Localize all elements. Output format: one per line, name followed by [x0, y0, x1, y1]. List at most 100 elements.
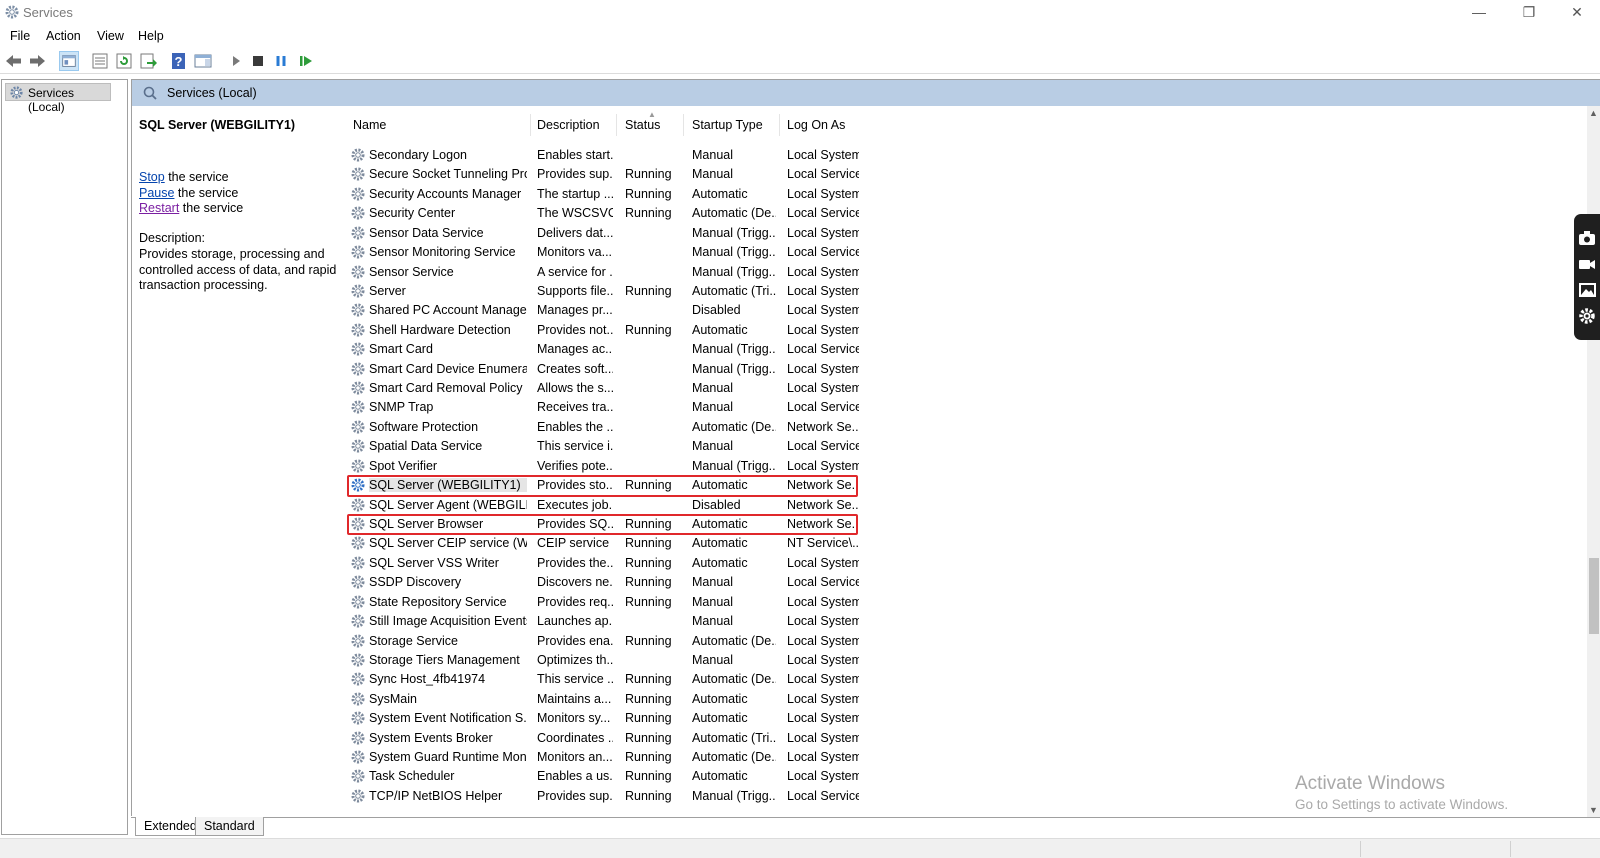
table-row[interactable]: TCP/IP NetBIOS Helper Provides sup... Runn…: [347, 787, 1067, 806]
menu-help[interactable]: Help: [138, 29, 164, 43]
table-row[interactable]: Task Scheduler Enables a us... Running Auto…: [347, 767, 1067, 786]
table-row[interactable]: Sync Host_4fb41974 This service ... Runnin…: [347, 670, 1067, 689]
stop-service-icon[interactable]: [248, 51, 268, 71]
table-row[interactable]: Secondary Logon Enables start... Manual Loc…: [347, 146, 1067, 165]
column-header-startup-type[interactable]: Startup Type: [692, 118, 763, 132]
restart-service-link[interactable]: Restart: [139, 201, 179, 215]
service-startup-type: Manual: [692, 575, 733, 590]
table-row[interactable]: Sensor Service A service for ... Manual (T…: [347, 263, 1067, 282]
service-status: Running: [625, 730, 672, 745]
menu-view[interactable]: View: [97, 29, 124, 43]
table-row[interactable]: Software Protection Enables the ... Automa…: [347, 418, 1067, 437]
table-row[interactable]: SysMain Maintains a... Running Automatic Loc…: [347, 690, 1067, 709]
svg-text:?: ?: [175, 54, 183, 69]
refresh-icon[interactable]: [114, 51, 134, 71]
table-row[interactable]: Spatial Data Service This service i... Man…: [347, 437, 1067, 456]
table-row[interactable]: State Repository Service Provides req... R…: [347, 593, 1067, 612]
table-row[interactable]: System Event Notification S... Monitors s…: [347, 709, 1067, 728]
table-row[interactable]: Sensor Data Service Delivers dat... Manual…: [347, 224, 1067, 243]
camera-icon[interactable]: [1577, 228, 1597, 248]
table-row[interactable]: SSDP Discovery Discovers ne... Running Manu…: [347, 573, 1067, 592]
table-row[interactable]: System Guard Runtime Mon... Monitors an..…: [347, 748, 1067, 767]
service-description: Provides ena...: [537, 633, 613, 648]
column-separator[interactable]: [530, 114, 531, 136]
table-row[interactable]: Security Center The WSCSVC... Running Autom…: [347, 204, 1067, 223]
view-tabs: Extended Standard: [131, 817, 1600, 837]
table-row[interactable]: Secure Socket Tunneling Pro... Provides s…: [347, 165, 1067, 184]
main-pane: Services (Local) SQL Server (WEBGILITY1)…: [131, 79, 1600, 817]
table-row[interactable]: Smart Card Manages ac... Manual (Trigg... L…: [347, 340, 1067, 359]
start-service-icon[interactable]: [226, 51, 246, 71]
table-row[interactable]: Smart Card Device Enumerat... Creates sof…: [347, 360, 1067, 379]
forward-icon[interactable]: [27, 51, 47, 71]
service-gear-icon: [351, 498, 365, 512]
table-row[interactable]: Sensor Monitoring Service Monitors va... M…: [347, 243, 1067, 262]
column-separator[interactable]: [616, 114, 617, 136]
scrollbar-thumb[interactable]: [1589, 558, 1599, 634]
service-description: Optimizes th...: [537, 652, 613, 667]
service-description: Maintains a...: [537, 691, 612, 706]
back-icon[interactable]: [4, 51, 24, 71]
service-description: Discovers ne...: [537, 575, 613, 590]
table-row[interactable]: Smart Card Removal Policy Allows the s...…: [347, 379, 1067, 398]
pause-service-link[interactable]: Pause: [139, 186, 174, 200]
scroll-down-arrow-icon[interactable]: ▼: [1589, 805, 1598, 815]
table-row[interactable]: Security Accounts Manager The startup ...…: [347, 185, 1067, 204]
table-row[interactable]: Spot Verifier Verifies pote... Manual (Tri…: [347, 457, 1067, 476]
stop-service-link[interactable]: Stop: [139, 170, 165, 184]
table-row[interactable]: Shell Hardware Detection Provides not... R…: [347, 321, 1067, 340]
column-header-status[interactable]: Status: [625, 118, 660, 132]
column-header-name[interactable]: Name: [353, 118, 386, 132]
table-row[interactable]: Server Supports file... Running Automatic (…: [347, 282, 1067, 301]
service-gear-icon: [351, 672, 365, 686]
service-name: Smart Card Device Enumerat...: [369, 361, 527, 376]
service-description: Coordinates ...: [537, 730, 613, 745]
scroll-up-arrow-icon[interactable]: ▲: [1589, 108, 1598, 118]
table-row[interactable]: Storage Service Provides ena... Running Aut…: [347, 632, 1067, 651]
column-header-description[interactable]: Description: [537, 118, 600, 132]
video-icon[interactable]: [1577, 254, 1597, 274]
column-separator[interactable]: [779, 114, 780, 136]
service-gear-icon: [351, 614, 365, 628]
table-row[interactable]: SQL Server Agent (WEBGILIT... Executes jo…: [347, 496, 1067, 515]
resume-service-icon[interactable]: [296, 51, 316, 71]
service-log-on-as: Local System: [787, 769, 859, 784]
column-separator[interactable]: [683, 114, 684, 136]
properties-icon[interactable]: [90, 51, 110, 71]
service-log-on-as: Local System: [787, 148, 859, 162]
description-text: Provides storage, processing and control…: [139, 247, 337, 292]
table-row[interactable]: SQL Server CEIP service (WEB... CEIP serv…: [347, 534, 1067, 553]
service-status: Running: [625, 575, 672, 590]
pause-service-icon[interactable]: [271, 51, 291, 71]
settings-gear-icon[interactable]: [1577, 306, 1597, 326]
minimize-button[interactable]: —: [1456, 2, 1502, 24]
restore-button[interactable]: ❐: [1506, 2, 1552, 24]
close-button[interactable]: ✕: [1554, 2, 1600, 24]
service-description: The startup ...: [537, 186, 613, 201]
service-log-on-as: Local System: [787, 711, 859, 726]
tree-node-services-local[interactable]: Services (Local): [5, 83, 111, 114]
show-action-pane-icon[interactable]: [193, 51, 213, 71]
show-console-tree-icon[interactable]: [59, 51, 79, 71]
service-status: Running: [625, 167, 672, 182]
table-row[interactable]: System Events Broker Coordinates ... Runni…: [347, 729, 1067, 748]
export-list-icon[interactable]: [138, 51, 158, 71]
vertical-scrollbar[interactable]: ▲ ▼: [1587, 106, 1600, 817]
service-description: Manages pr...: [537, 303, 613, 318]
services-gear-icon: [5, 5, 19, 19]
tab-standard[interactable]: Standard: [195, 817, 264, 836]
help-icon[interactable]: ?: [169, 51, 189, 71]
gallery-icon[interactable]: [1577, 280, 1597, 300]
menu-action[interactable]: Action: [46, 29, 81, 43]
table-row[interactable]: SQL Server VSS Writer Provides the... Runn…: [347, 554, 1067, 573]
column-header-log-on-as[interactable]: Log On As: [787, 118, 845, 132]
service-startup-type: Manual (Trigg...: [692, 458, 776, 473]
menu-file[interactable]: File: [10, 29, 30, 43]
service-gear-icon: [351, 731, 365, 745]
table-row[interactable]: Shared PC Account Manager Manages pr... Di…: [347, 301, 1067, 320]
service-startup-type: Automatic (De...: [692, 419, 776, 434]
table-row[interactable]: Still Image Acquisition Events Launches a…: [347, 612, 1067, 631]
table-row[interactable]: SNMP Trap Receives tra... Manual Local Serv…: [347, 398, 1067, 417]
service-description: The WSCSVC...: [537, 206, 613, 221]
table-row[interactable]: Storage Tiers Management Optimizes th... M…: [347, 651, 1067, 670]
